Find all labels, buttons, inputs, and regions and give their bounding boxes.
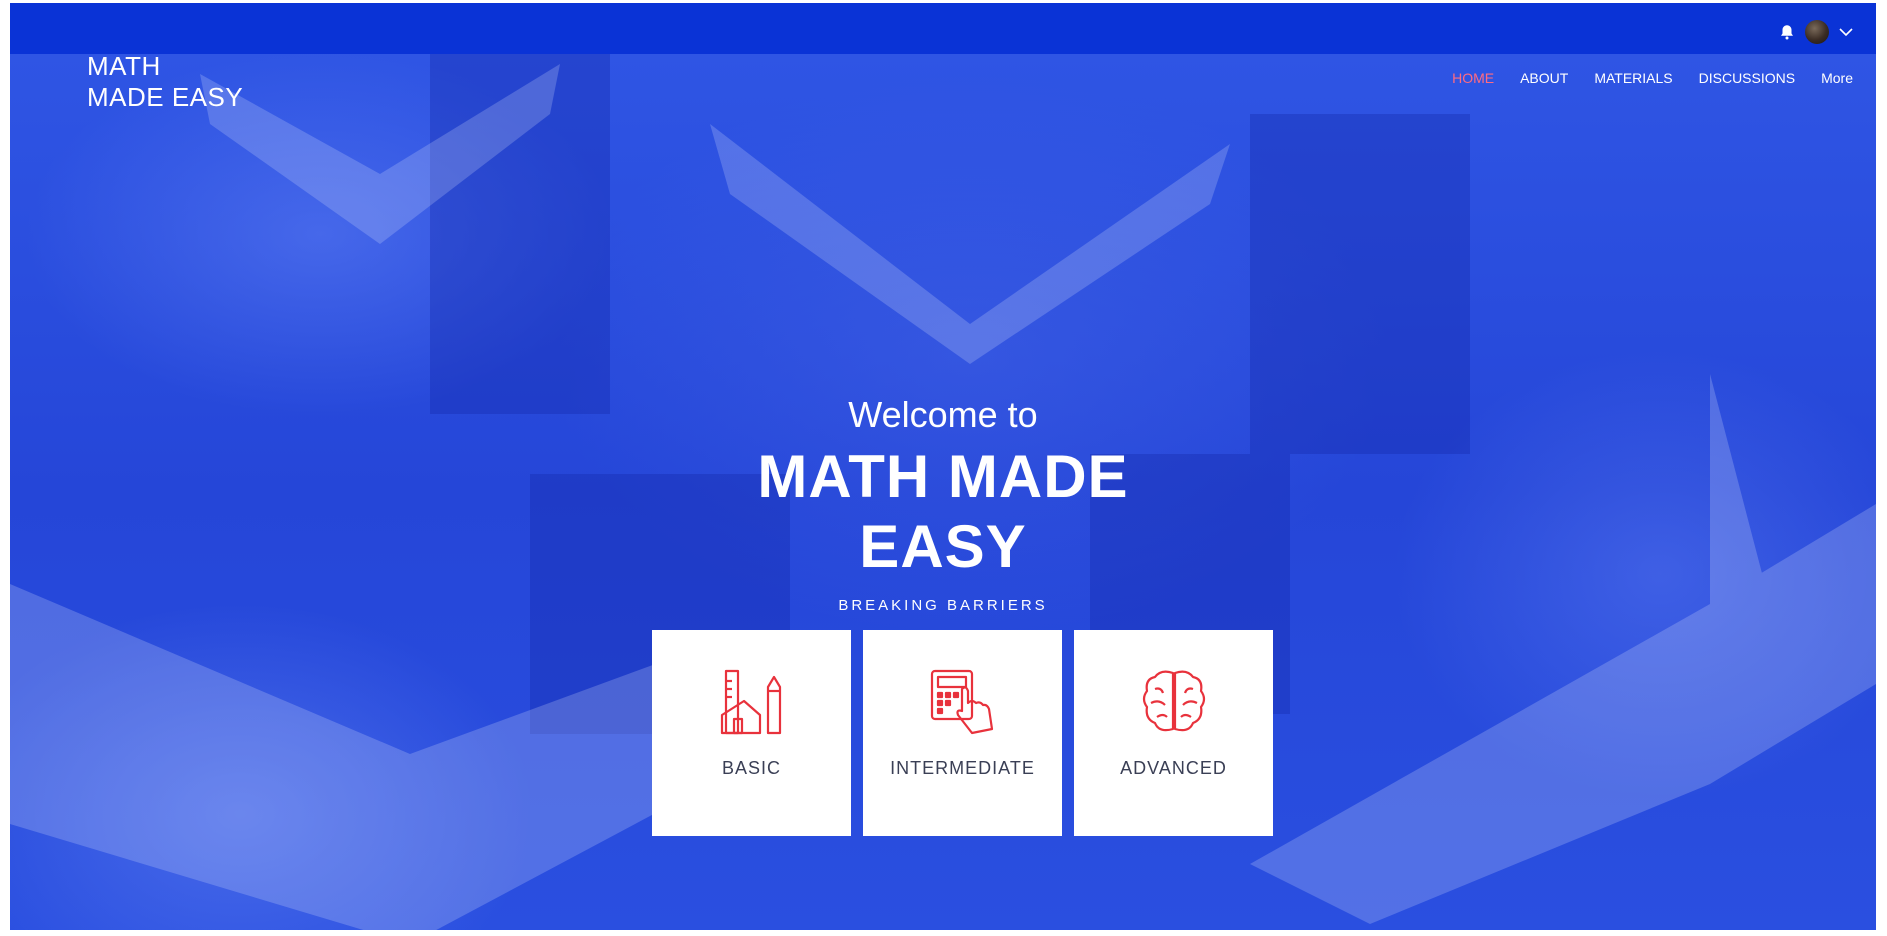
open-book-image: [200, 64, 560, 244]
open-book-image: [710, 124, 1230, 364]
level-cards: BASIC INTERMEDIATE ADVANCED: [652, 630, 1273, 836]
logo-line-2: MADE EASY: [87, 82, 244, 112]
logo-line-1: MATH: [87, 51, 161, 81]
site-frame: Welcome to MATH MADE EASY BREAKING BARRI…: [10, 3, 1876, 930]
nav-home[interactable]: HOME: [1452, 70, 1494, 86]
welcome-text: Welcome to: [848, 394, 1038, 435]
nav-materials[interactable]: MATERIALS: [1594, 70, 1672, 86]
brain-icon: [1142, 670, 1205, 732]
avatar[interactable]: [1805, 20, 1829, 44]
ruler-pencil-house-icon: [720, 669, 781, 735]
card-label: INTERMEDIATE: [890, 758, 1035, 778]
hero-section: Welcome to MATH MADE EASY BREAKING BARRI…: [10, 54, 1876, 930]
hero-title: MATH MADE EASY: [10, 442, 1876, 582]
main-nav: HOME ABOUT MATERIALS DISCUSSIONS More: [1452, 70, 1853, 86]
nav-about[interactable]: ABOUT: [1520, 70, 1568, 86]
bell-icon[interactable]: [1778, 23, 1796, 41]
card-advanced[interactable]: ADVANCED: [1074, 630, 1273, 836]
card-intermediate[interactable]: INTERMEDIATE: [863, 630, 1062, 836]
card-label: BASIC: [721, 758, 782, 778]
hero-title-line-2: EASY: [859, 513, 1027, 580]
chevron-down-icon[interactable]: [1838, 24, 1854, 40]
hero-tagline: BREAKING BARRIERS: [838, 597, 1048, 614]
nav-more[interactable]: More: [1821, 70, 1853, 86]
calculator-hand-icon: [930, 669, 993, 735]
card-label: ADVANCED: [1120, 758, 1227, 778]
open-book-image: [10, 584, 710, 930]
site-logo[interactable]: MATH MADE EASY: [87, 51, 243, 113]
account-area: [1778, 20, 1854, 44]
top-bar: [10, 3, 1876, 54]
nav-discussions[interactable]: DISCUSSIONS: [1699, 70, 1795, 86]
hero-title-line-1: MATH MADE: [757, 443, 1129, 510]
card-basic[interactable]: BASIC: [652, 630, 851, 836]
